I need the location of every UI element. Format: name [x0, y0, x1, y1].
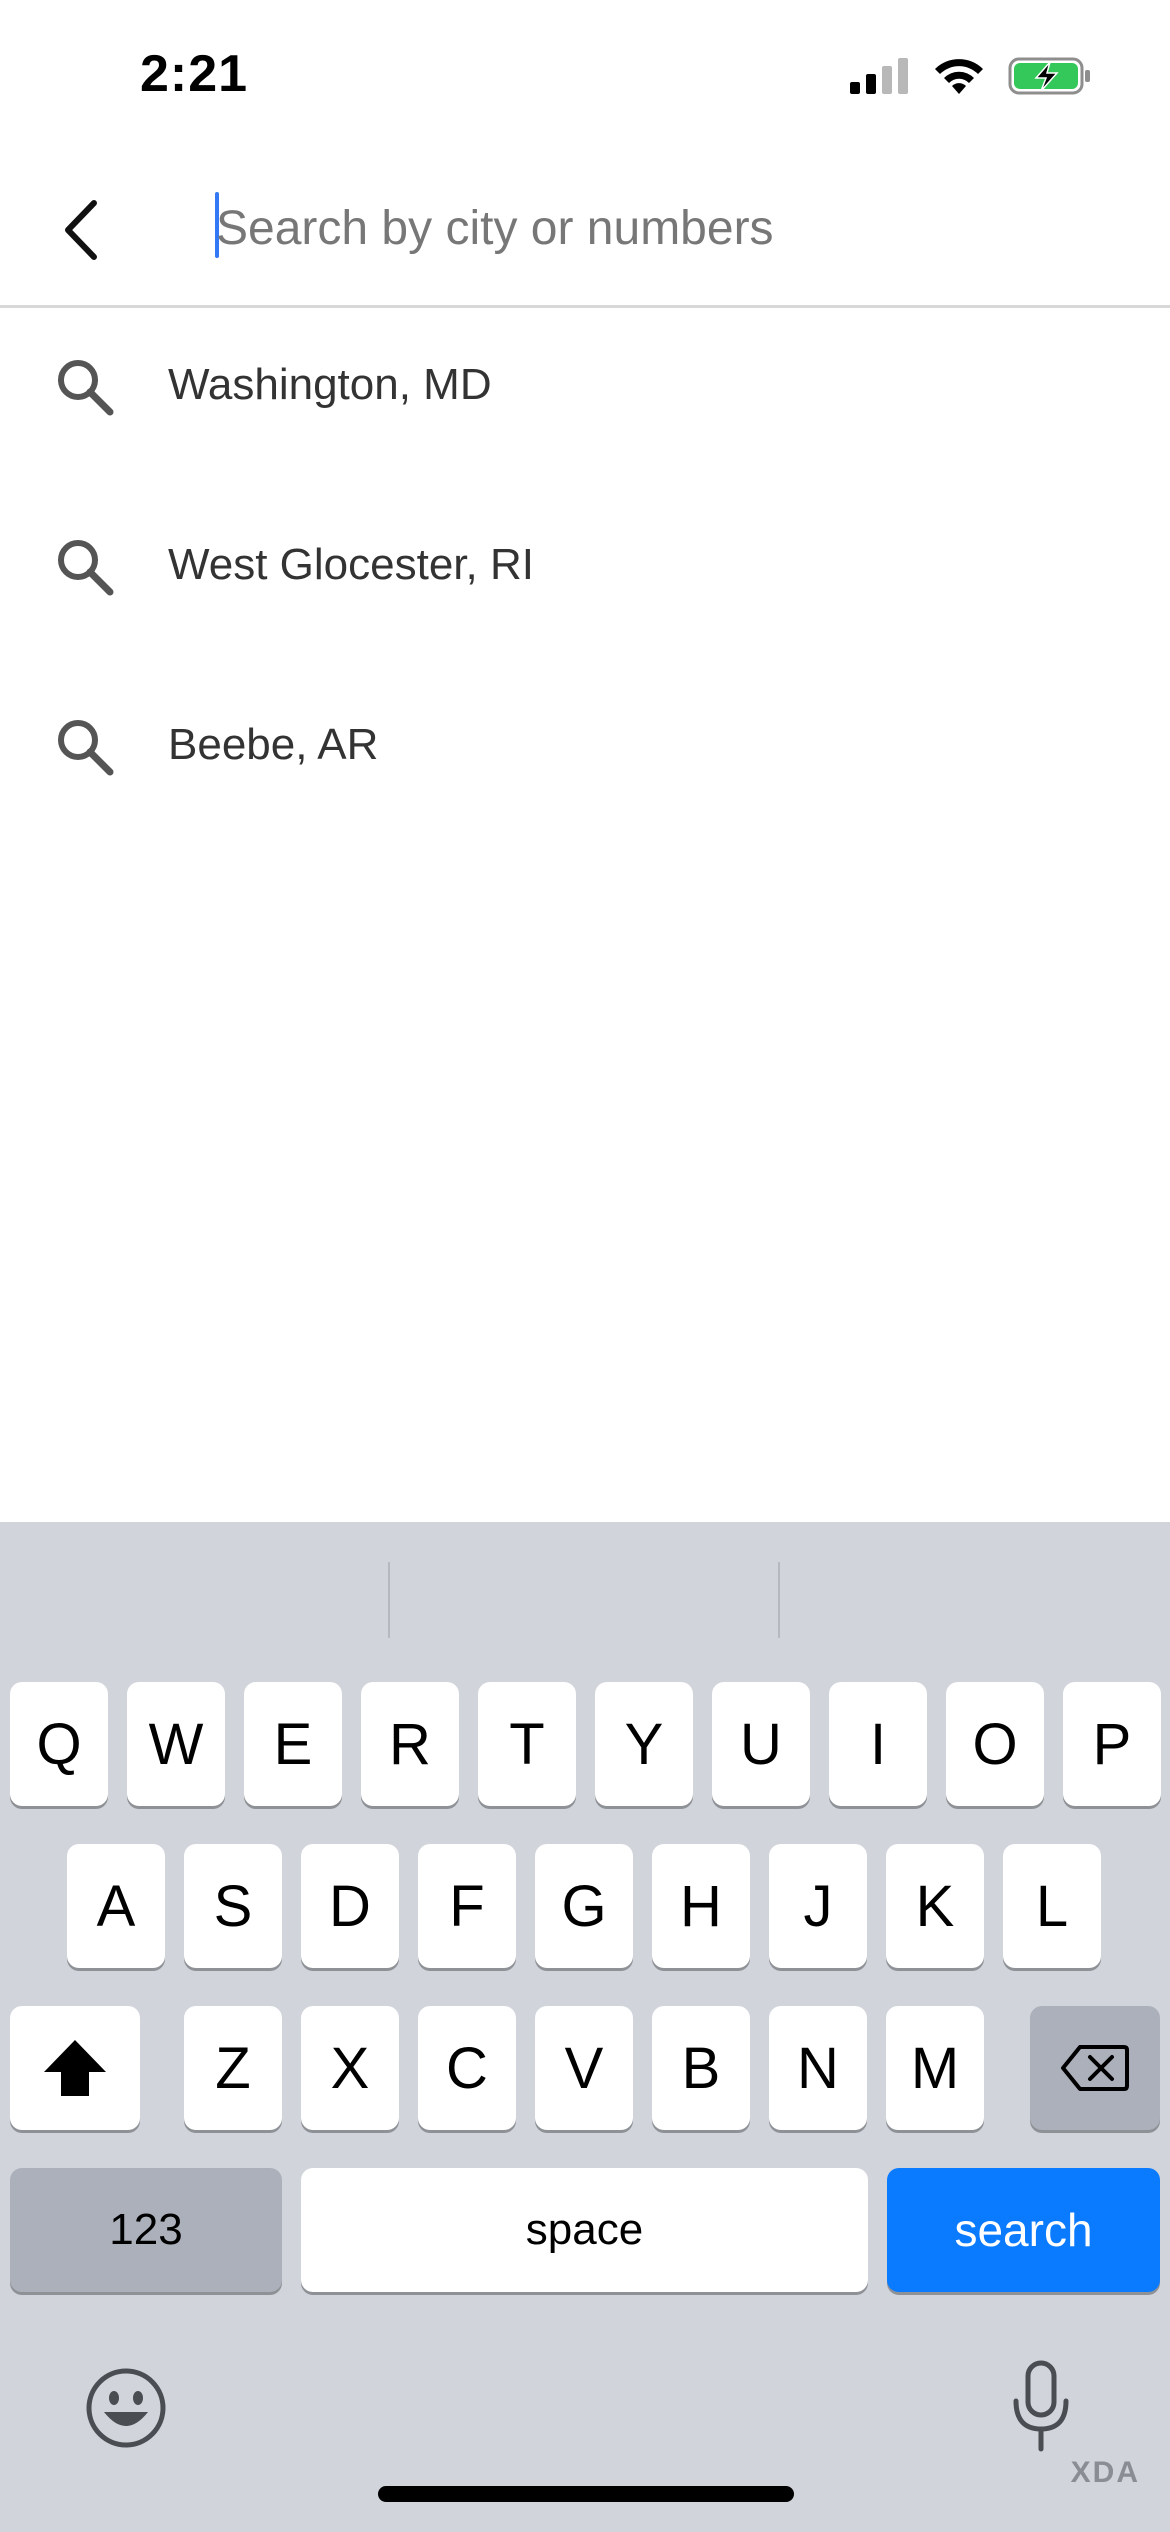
keyboard: Q W E R T Y U I O P A S D F G H J K L Z … — [0, 1522, 1170, 2532]
space-key[interactable]: space — [301, 2168, 868, 2292]
search-input[interactable] — [216, 188, 1116, 268]
key-g[interactable]: G — [535, 1844, 633, 1968]
suggestion-label: Beebe, AR — [168, 720, 379, 769]
status-icons — [848, 56, 1092, 96]
key-b[interactable]: B — [652, 2006, 750, 2130]
key-r[interactable]: R — [361, 1682, 459, 1806]
key-l[interactable]: L — [1003, 1844, 1101, 1968]
chevron-left-icon — [65, 200, 97, 260]
status-bar: 2:21 — [0, 0, 1170, 150]
home-indicator[interactable] — [378, 2486, 794, 2502]
predictive-bar-divider — [778, 1562, 780, 1638]
emoji-icon — [86, 2368, 166, 2448]
key-o[interactable]: O — [946, 1682, 1044, 1806]
suggestion-list: Washington, MD West Glocester, RI Beebe,… — [0, 308, 1170, 848]
cellular-signal-icon — [850, 58, 908, 94]
key-v[interactable]: V — [535, 2006, 633, 2130]
key-c[interactable]: C — [418, 2006, 516, 2130]
key-f[interactable]: F — [418, 1844, 516, 1968]
dictation-button[interactable] — [996, 2352, 1086, 2462]
shift-key[interactable] — [10, 2006, 140, 2130]
key-w[interactable]: W — [127, 1682, 225, 1806]
suggestion-label: West Glocester, RI — [168, 540, 534, 589]
watermark-logo: XDA — [1070, 2456, 1140, 2489]
key-u[interactable]: U — [712, 1682, 810, 1806]
key-i[interactable]: I — [829, 1682, 927, 1806]
key-y[interactable]: Y — [595, 1682, 693, 1806]
suggestion-label: Washington, MD — [168, 360, 492, 409]
key-n[interactable]: N — [769, 2006, 867, 2130]
shift-arrow-icon — [44, 2040, 106, 2096]
status-time: 2:21 — [140, 45, 249, 103]
search-header — [0, 150, 1170, 308]
search-key[interactable]: search — [887, 2168, 1160, 2292]
wifi-icon — [935, 59, 983, 94]
key-a[interactable]: A — [67, 1844, 165, 1968]
key-e[interactable]: E — [244, 1682, 342, 1806]
search-icon — [58, 360, 114, 416]
suggestion-item-west-glocester[interactable]: West Glocester, RI — [0, 488, 1170, 668]
suggestion-item-beebe[interactable]: Beebe, AR — [0, 668, 1170, 848]
backspace-icon — [1061, 2045, 1129, 2091]
suggestion-item-washington[interactable]: Washington, MD — [0, 308, 1170, 488]
key-q[interactable]: Q — [10, 1682, 108, 1806]
back-button[interactable] — [30, 180, 130, 280]
emoji-button[interactable] — [78, 2360, 174, 2456]
key-m[interactable]: M — [886, 2006, 984, 2130]
screen: 2:21 Search by city or numbers Washingto… — [0, 0, 1170, 2532]
predictive-bar-divider — [388, 1562, 390, 1638]
backspace-key[interactable] — [1030, 2006, 1160, 2130]
key-j[interactable]: J — [769, 1844, 867, 1968]
search-icon — [58, 720, 114, 776]
key-p[interactable]: P — [1063, 1682, 1161, 1806]
search-icon — [58, 540, 114, 596]
key-k[interactable]: K — [886, 1844, 984, 1968]
key-h[interactable]: H — [652, 1844, 750, 1968]
key-z[interactable]: Z — [184, 2006, 282, 2130]
key-x[interactable]: X — [301, 2006, 399, 2130]
battery-charging-icon — [1008, 57, 1090, 95]
key-s[interactable]: S — [184, 1844, 282, 1968]
key-d[interactable]: D — [301, 1844, 399, 1968]
numbers-key[interactable]: 123 — [10, 2168, 282, 2292]
microphone-icon — [1013, 2360, 1069, 2452]
key-t[interactable]: T — [478, 1682, 576, 1806]
